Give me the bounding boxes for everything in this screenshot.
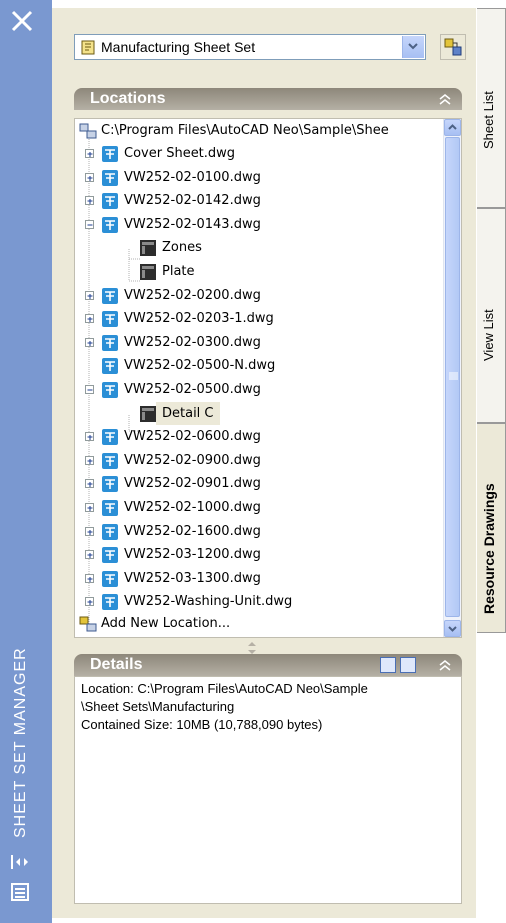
properties-icon[interactable] (9, 882, 31, 902)
tree-scrollbar[interactable] (443, 119, 461, 637)
tab-resource-drawings-label: Resource Drawings (481, 483, 497, 614)
tab-resource-drawings[interactable]: Resource Drawings (477, 423, 506, 633)
locations-tree[interactable]: C:\Program Files\AutoCAD Neo\Sample\Shee… (74, 118, 462, 638)
drawing-file-icon (102, 500, 118, 516)
chevron-down-icon (408, 43, 418, 50)
scroll-up-button[interactable] (444, 119, 461, 136)
details-header[interactable]: Details (74, 654, 462, 676)
tree-item-label: VW252-02-1000.dwg (124, 500, 261, 515)
palette-title: SHEET SET MANAGER (12, 647, 29, 838)
tree-item-label: VW252-02-0142.dwg (124, 193, 261, 209)
expand-icon[interactable] (85, 503, 94, 512)
expand-icon[interactable] (85, 597, 94, 607)
drawing-file-icon (102, 146, 118, 162)
scroll-thumb[interactable] (445, 137, 460, 617)
chevron-down-icon (448, 626, 457, 632)
tab-view-list[interactable]: View List (477, 208, 506, 423)
auto-hide-icon[interactable] (9, 852, 31, 872)
drawing-file-icon (102, 594, 118, 611)
collapse-icon[interactable] (438, 93, 452, 105)
model-view-icon (140, 264, 156, 280)
drawing-file-icon (102, 452, 118, 469)
drawing-file-icon (102, 523, 118, 540)
locations-header[interactable]: Locations (74, 88, 462, 110)
drawing-file-icon (102, 169, 118, 186)
expand-icon[interactable] (85, 290, 94, 300)
dropdown-arrow[interactable] (402, 36, 424, 58)
tree-item-label: VW252-02-0300.dwg (124, 334, 261, 350)
tree-item-label: VW252-03-1200.dwg (124, 547, 261, 563)
details-size: Contained Size: 10MB (10,788,090 bytes) (81, 717, 323, 732)
tab-sheet-list-label: Sheet List (481, 91, 496, 149)
drawing-file-icon (102, 358, 118, 375)
details-title: Details (90, 656, 143, 673)
drawing-file-icon (102, 382, 118, 398)
collapse-node-icon[interactable] (85, 219, 94, 229)
expand-icon[interactable] (85, 573, 94, 583)
grip-icon (449, 372, 458, 380)
tree-item-label: VW252-02-1600.dwg (124, 523, 261, 539)
drawing-file-icon (102, 287, 118, 304)
drawing-file-icon (102, 193, 118, 210)
collapse-icon[interactable] (438, 659, 452, 671)
expand-icon[interactable] (85, 172, 94, 182)
drawing-file-icon (102, 334, 118, 351)
drawing-file-icon (102, 570, 118, 587)
expand-icon[interactable] (85, 479, 94, 489)
location-path: C:\Program Files\AutoCAD Neo\Sample\Shee (101, 123, 389, 138)
details-view-icon[interactable] (380, 657, 396, 673)
expand-icon[interactable] (85, 526, 94, 536)
palette-title-bar[interactable]: SHEET SET MANAGER (0, 0, 52, 923)
drawing-file-icon (102, 476, 118, 493)
model-view-icon (140, 240, 156, 257)
scroll-down-button[interactable] (444, 620, 461, 637)
tree-item-label: VW252-02-0200.dwg (124, 287, 261, 303)
tree-item-label: VW252-02-0143.dwg (124, 216, 261, 232)
expand-icon[interactable] (85, 149, 94, 158)
drawing-file-icon (102, 216, 118, 233)
tree-item-label: VW252-Washing-Unit.dwg (124, 594, 293, 610)
tree-item-label: Detail C (156, 401, 220, 425)
expand-icon[interactable] (85, 196, 94, 206)
tab-view-list-label: View List (481, 309, 496, 361)
tab-sheet-list[interactable]: Sheet List (477, 8, 506, 208)
add-location-icon (79, 616, 97, 632)
pane-splitter[interactable] (242, 641, 262, 655)
tree-item-label: VW252-03-1300.dwg (124, 570, 261, 586)
tree-item-label: VW252-02-0500-N.dwg (124, 358, 276, 374)
expand-icon[interactable] (85, 314, 94, 324)
tree-item-label: VW252-02-0203-1.dwg (124, 311, 274, 327)
tree-item-label: VW252-02-0600.dwg (124, 429, 261, 445)
preview-view-icon[interactable] (400, 657, 416, 673)
tree-item-label: VW252-02-0100.dwg (124, 169, 261, 185)
tree-item-label: VW252-02-0901.dwg (124, 476, 261, 492)
add-new-location-label: Add New Location... (101, 616, 231, 631)
sheet-set-name: Manufacturing Sheet Set (101, 39, 256, 55)
drawing-file-icon (102, 429, 118, 446)
tree-item-label: Plate (162, 264, 195, 279)
drawing-file-icon (102, 311, 118, 328)
expand-icon[interactable] (85, 455, 94, 465)
details-location-line2: \Sheet Sets\Manufacturing (81, 699, 235, 714)
tree-item-label: Cover Sheet.dwg (124, 146, 236, 161)
tree-item-label: Zones (162, 240, 202, 256)
model-view-icon (140, 405, 156, 422)
close-icon[interactable] (9, 8, 35, 34)
load-sheet-set-button[interactable] (440, 34, 466, 60)
location-icon (79, 123, 97, 139)
details-pane: Location: C:\Program Files\AutoCAD Neo\S… (74, 676, 462, 904)
details-location-line1: Location: C:\Program Files\AutoCAD Neo\S… (81, 681, 368, 696)
sheet-set-panel: Manufacturing Sheet Set Locations C:\Pro… (52, 8, 476, 918)
expand-icon[interactable] (85, 337, 94, 347)
collapse-node-icon[interactable] (85, 385, 94, 394)
locations-title: Locations (90, 90, 166, 107)
sheet-set-icon (81, 40, 95, 55)
expand-icon[interactable] (85, 432, 94, 442)
sheet-set-dropdown[interactable]: Manufacturing Sheet Set (74, 34, 426, 60)
tree-item-label: VW252-02-0500.dwg (124, 382, 261, 397)
tree-item-label: VW252-02-0900.dwg (124, 452, 261, 468)
expand-icon[interactable] (85, 550, 94, 560)
chevron-up-icon (448, 124, 457, 130)
drawing-file-icon (102, 547, 118, 564)
